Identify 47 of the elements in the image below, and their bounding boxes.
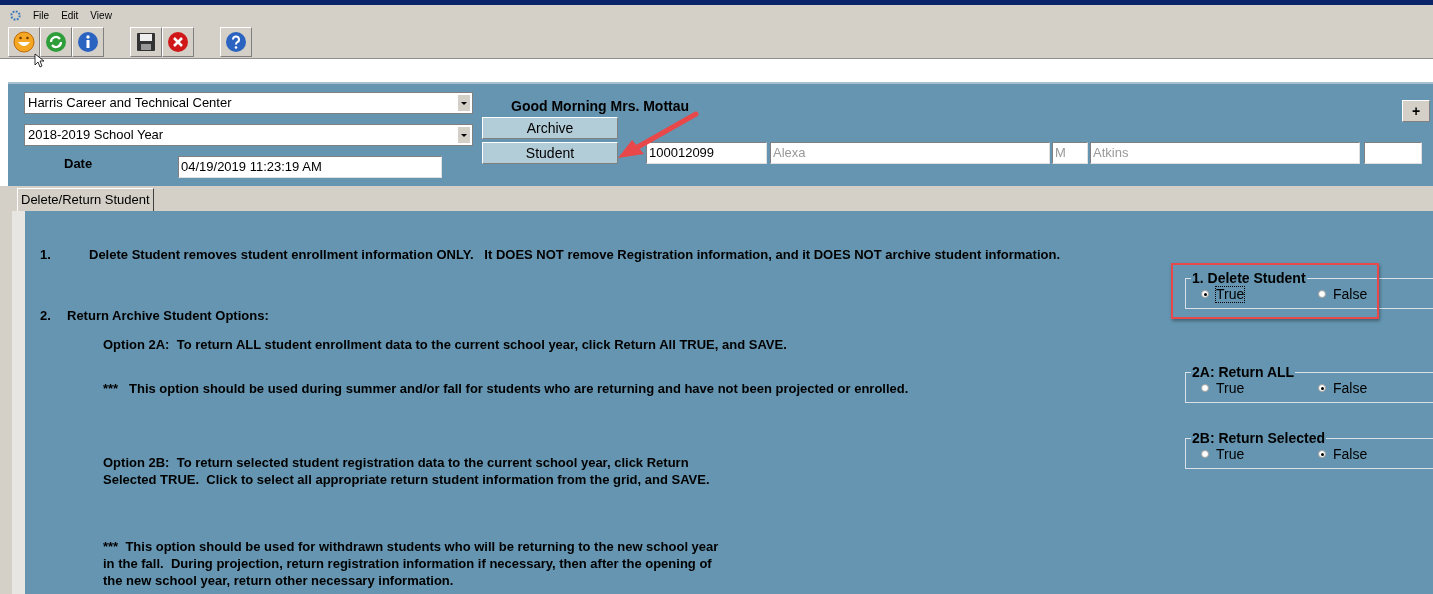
smiley-icon <box>13 31 35 53</box>
student-id-field[interactable]: 100012099 <box>646 142 767 164</box>
archive-button[interactable]: Archive <box>482 117 618 139</box>
option-text: Option 2B: To return selected student registration data to the current school year, click Return Selected TRUE. Click to select all appropriate return student information from the grid, and SAVE. <box>103 454 711 488</box>
radio-button[interactable] <box>1201 450 1209 458</box>
add-button[interactable]: + <box>1402 100 1430 122</box>
radio-button[interactable] <box>1318 450 1326 458</box>
instruction-text: 1. Delete Student removes student enrollment information ONLY. It DOES NOT remove Registration information, and it DOES NOT archive student information. <box>39 246 1062 264</box>
tab[interactable]: Delete/Return Student <box>17 188 154 211</box>
gear-icon <box>10 10 21 21</box>
radio-label[interactable]: False <box>1332 445 1369 463</box>
radio-button[interactable] <box>1201 384 1209 392</box>
radio-label[interactable]: False <box>1332 379 1369 397</box>
toolbar-button[interactable] <box>72 27 104 57</box>
note-text: *** This option should be used during summer and/or fall for students who are returning and have not been projected or enrolled. <box>103 379 910 398</box>
close-icon <box>168 32 188 52</box>
menu-item[interactable]: File <box>33 8 50 23</box>
radio-label[interactable]: True <box>1215 379 1246 397</box>
save-icon <box>137 33 155 51</box>
radio-button[interactable] <box>1318 290 1326 298</box>
radio-label[interactable]: True <box>1215 285 1246 303</box>
dropdown[interactable]: Harris Career and Technical Center <box>24 92 473 114</box>
group-title: 2B: Return Selected <box>1191 430 1327 446</box>
toolbar-button[interactable] <box>220 27 252 57</box>
date-label: Date <box>63 155 94 174</box>
menu-item[interactable]: View <box>90 8 112 23</box>
greeting-text: Good Morning Mrs. Mottau <box>511 97 690 116</box>
radio-label[interactable]: True <box>1215 445 1246 463</box>
menu-item[interactable]: Edit <box>61 8 79 23</box>
group-title: 1. Delete Student <box>1191 270 1307 286</box>
info-icon <box>78 32 98 52</box>
group-title: 2A: Return ALL <box>1191 364 1296 380</box>
text-field[interactable] <box>1364 142 1422 164</box>
toolbar-button[interactable] <box>162 27 194 57</box>
refresh-icon <box>46 32 66 52</box>
student-button[interactable]: Student <box>482 142 618 164</box>
toolbar-button[interactable] <box>130 27 162 57</box>
radio-label[interactable]: False <box>1332 285 1369 303</box>
note-text: *** This option should be used for withdrawn students who will be returning to the new school year in the fall. During projection, return registration information if necessary, then after the opening of the new school year, return other necessary information. <box>103 538 720 589</box>
section-heading: 2. Return Archive Student Options: <box>40 306 270 325</box>
date-field[interactable]: 04/19/2019 11:23:19 AM <box>178 156 442 178</box>
radio-button[interactable] <box>1201 290 1209 298</box>
dropdown[interactable]: 2018-2019 School Year <box>24 124 473 146</box>
option-text: Option 2A: To return ALL student enrollment data to the current school year, click Return All TRUE, and SAVE. <box>103 336 788 354</box>
help-icon <box>226 32 246 52</box>
mouse-pointer-icon <box>34 53 44 68</box>
radio-button[interactable] <box>1318 384 1326 392</box>
